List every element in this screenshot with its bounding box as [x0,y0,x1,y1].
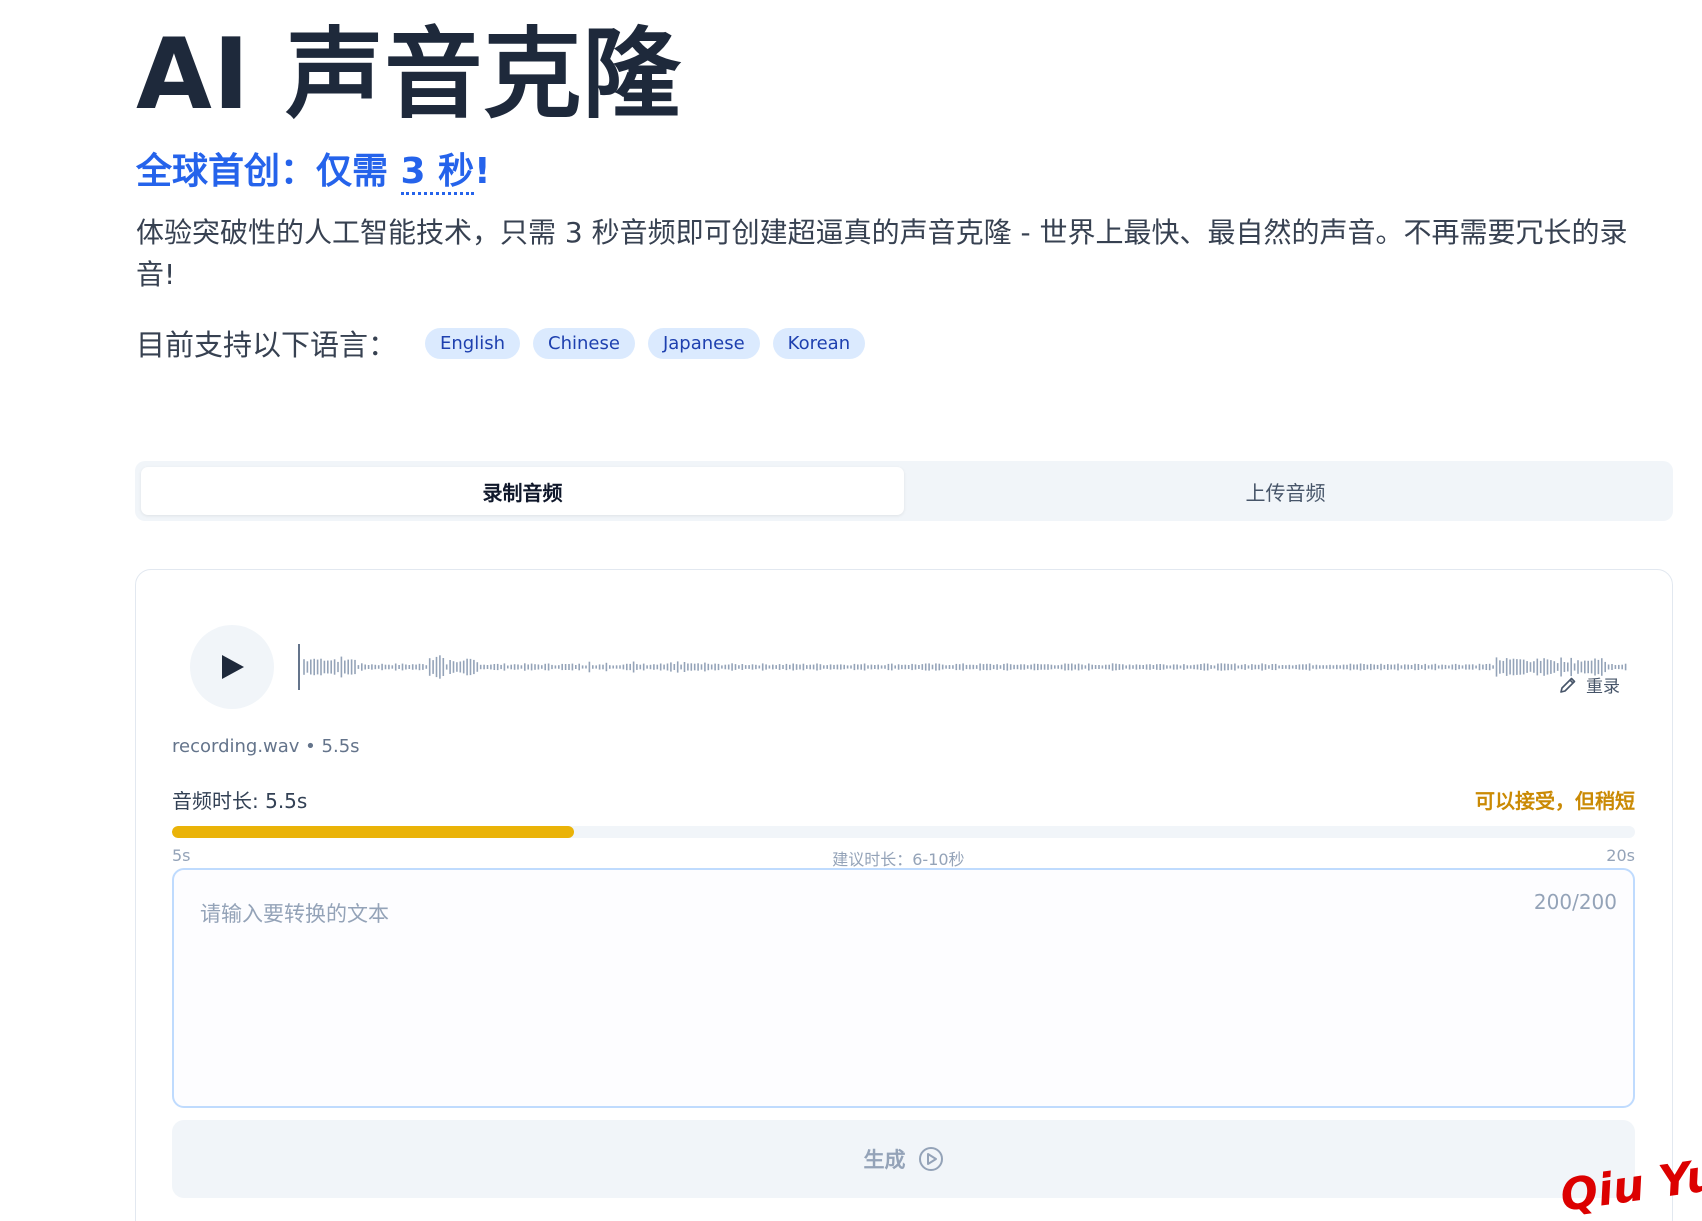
page-title: AI 声音克隆 [136,18,682,132]
tab-upload-audio[interactable]: 上传音频 [904,467,1667,515]
language-chip-english: English [425,327,521,359]
subtitle-suffix: ! [474,151,491,192]
voice-clone-card: 重录 recording.wav • 5.5s 音频时长: 5.5s 可以接受，… [135,569,1673,1221]
page-description: 体验突破性的人工智能技术，只需 3 秒音频即可创建超逼真的声音克隆 - 世界上最… [136,216,1628,291]
play-circle-icon [918,1147,943,1171]
generate-label: 生成 [863,1148,906,1172]
text-input[interactable]: 请输入要转换的文本 200/200 [172,868,1635,1108]
page-subtitle: 全球首创：仅需 3 秒! [136,142,491,195]
generate-button[interactable]: 生成 [172,1120,1635,1198]
play-button[interactable] [190,625,274,709]
supported-languages: 目前支持以下语言： English Chinese Japanese Korea… [136,322,866,364]
audio-waveform[interactable] [296,642,1633,692]
file-info: recording.wav • 5.5s [172,736,360,757]
subtitle-highlight: 3 秒 [400,151,475,195]
tab-record-audio[interactable]: 录制音频 [141,467,904,515]
duration-scale: 5s 建议时长：6-10秒 20s [172,846,1635,870]
duration-row: 音频时长: 5.5s 可以接受，但稍短 [172,785,1635,814]
scale-hint: 建议时长：6-10秒 [832,850,965,869]
language-chip-chinese: Chinese [533,327,635,359]
duration-status: 可以接受，但稍短 [1475,789,1635,813]
subtitle-prefix: 全球首创：仅需 [136,151,401,192]
scale-min: 5s [172,846,191,865]
duration-label: 音频时长: 5.5s [172,789,308,813]
rerecord-label: 重录 [1586,677,1620,697]
play-icon [222,655,244,679]
duration-progress-track [172,826,1635,838]
language-chip-korean: Korean [772,327,866,359]
duration-progress-fill [172,826,575,838]
audio-source-tabs: 录制音频 上传音频 [135,461,1673,521]
rerecord-button[interactable]: 重录 [1558,672,1620,697]
character-counter: 200/200 [1533,890,1617,914]
pencil-icon [1560,677,1576,693]
scale-max: 20s [1606,846,1635,865]
language-chip-japanese: Japanese [647,327,760,359]
text-input-placeholder: 请输入要转换的文本 [200,902,389,926]
languages-label: 目前支持以下语言： [136,328,398,362]
